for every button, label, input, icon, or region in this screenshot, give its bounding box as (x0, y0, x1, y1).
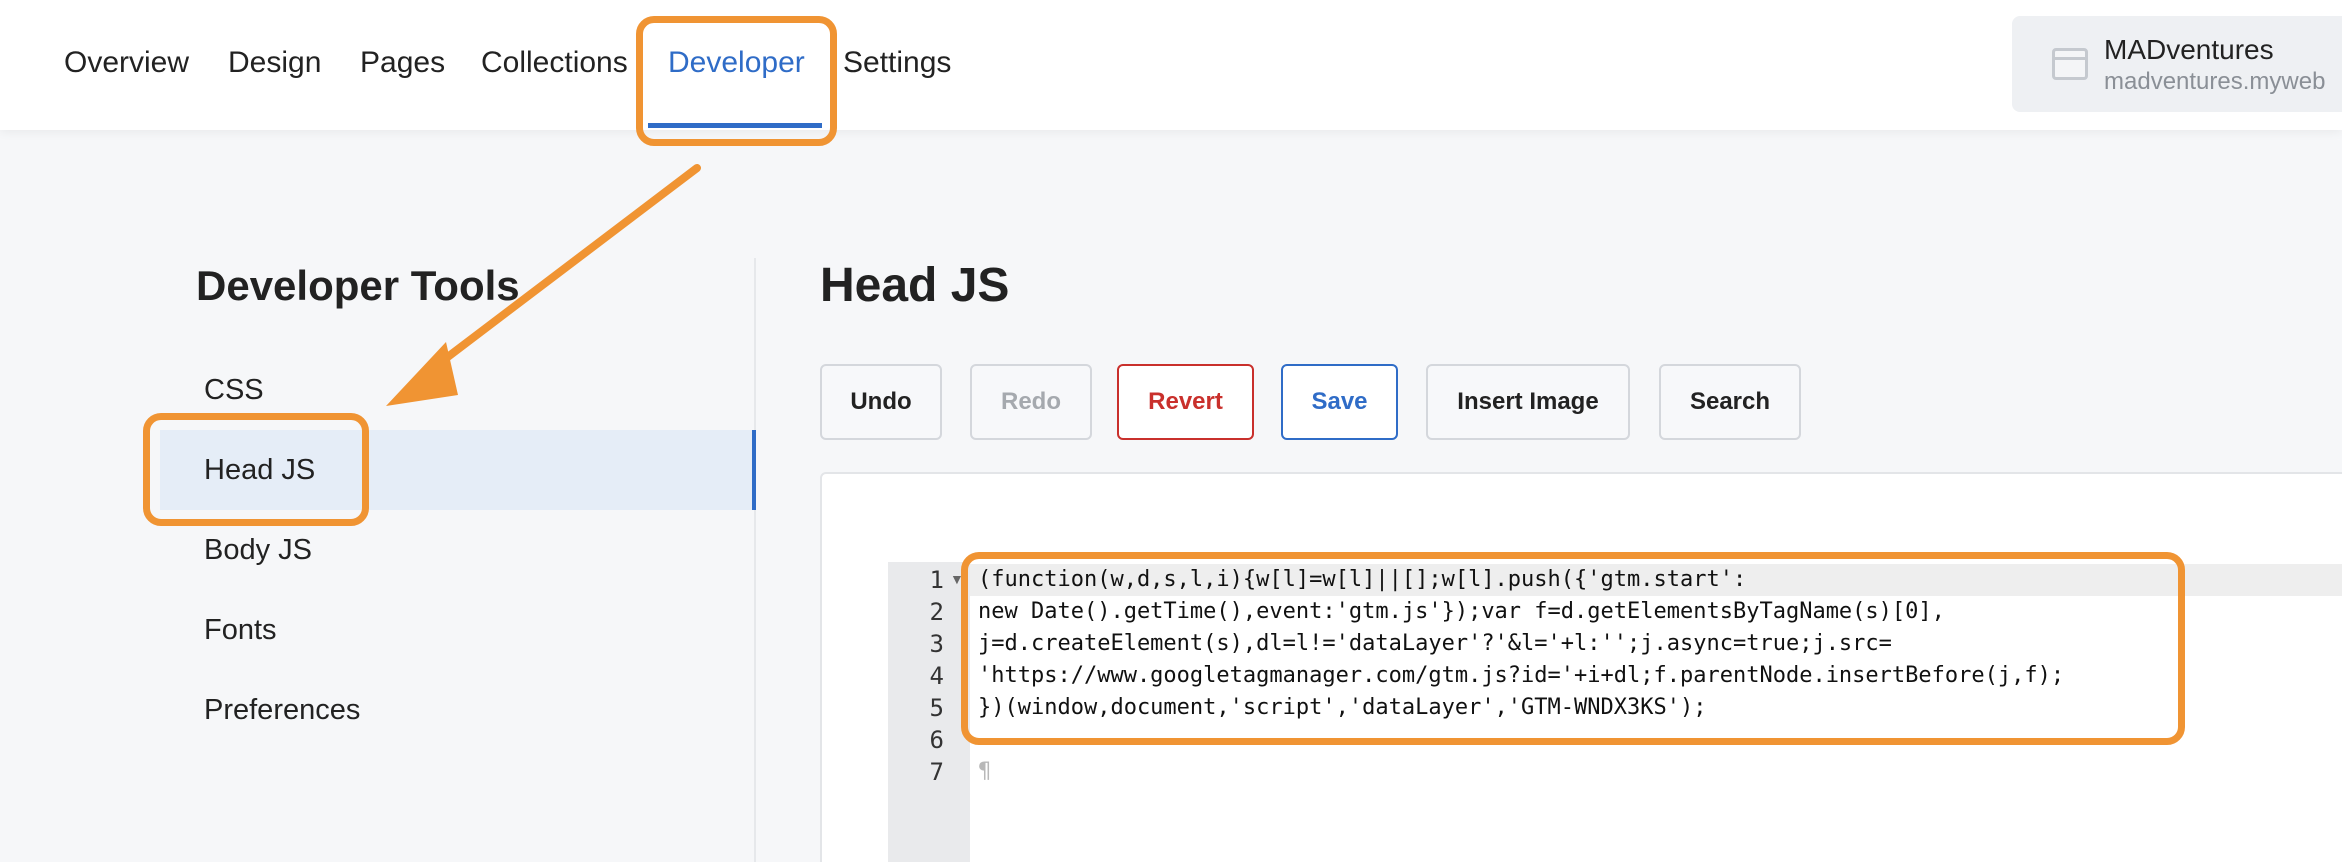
code-line[interactable]: })(window,document,'script','dataLayer',… (978, 692, 1706, 724)
sidebar-divider (754, 258, 756, 862)
tab-settings[interactable]: Settings (843, 44, 951, 82)
top-nav-bar: Overview Design Pages Collections Develo… (0, 0, 2342, 130)
line-number: 3 (929, 630, 944, 658)
line-number: 4 (929, 662, 944, 690)
sidebar-item-fonts[interactable]: Fonts (160, 590, 754, 670)
line-number: 2 (929, 598, 944, 626)
code-line[interactable]: (function(w,d,s,l,i){w[l]=w[l]||[];w[l].… (978, 564, 1746, 596)
page-title: Head JS (820, 259, 1010, 312)
sidebar-item-css[interactable]: CSS (160, 350, 754, 430)
search-button[interactable]: Search (1659, 364, 1801, 440)
revert-button[interactable]: Revert (1117, 364, 1254, 440)
sidebar-item-head-js[interactable]: Head JS (160, 430, 756, 510)
tab-collections[interactable]: Collections (481, 44, 628, 82)
sidebar-item-body-js[interactable]: Body JS (160, 510, 754, 590)
fold-arrow-icon[interactable]: ▼ (950, 571, 964, 587)
sidebar-title: Developer Tools (196, 262, 520, 309)
site-switcher[interactable]: MADventures madventures.myweb (2012, 16, 2342, 112)
site-name: MADventures (2104, 34, 2274, 65)
tab-developer[interactable]: Developer (668, 44, 805, 82)
line-number: 6 (929, 726, 944, 754)
tab-overview[interactable]: Overview (64, 44, 189, 82)
redo-button[interactable]: Redo (970, 364, 1092, 440)
browser-window-icon (2052, 48, 2088, 80)
code-line[interactable]: j=d.createElement(s),dl=l!='dataLayer'?'… (978, 628, 1892, 660)
code-line[interactable]: ¶ (978, 756, 991, 788)
active-tab-indicator (648, 123, 822, 128)
save-button[interactable]: Save (1281, 364, 1398, 440)
line-number: 7 (929, 758, 944, 786)
tab-design[interactable]: Design (228, 44, 321, 82)
code-line[interactable]: new Date().getTime(),event:'gtm.js'});va… (978, 596, 1945, 628)
site-url: madventures.myweb (2104, 68, 2326, 95)
line-number: 1 (929, 566, 944, 594)
undo-button[interactable]: Undo (820, 364, 942, 440)
code-line[interactable]: 'https://www.googletagmanager.com/gtm.js… (978, 660, 2064, 692)
sidebar-item-preferences[interactable]: Preferences (160, 670, 754, 750)
tab-pages[interactable]: Pages (360, 44, 445, 82)
insert-image-button[interactable]: Insert Image (1426, 364, 1630, 440)
line-number: 5 (929, 694, 944, 722)
